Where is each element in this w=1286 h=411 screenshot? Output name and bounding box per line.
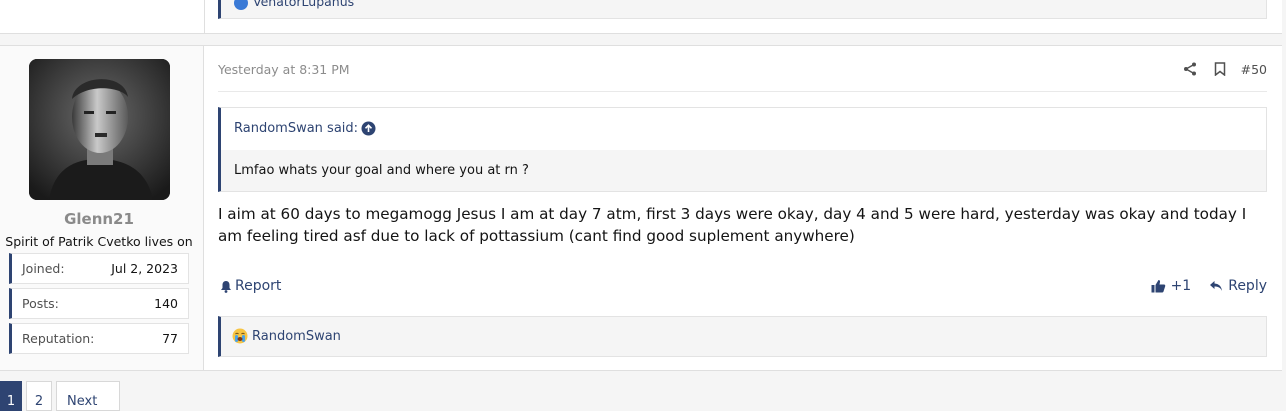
previous-post: VenatorLupanus [0,0,1282,34]
reply-label: Reply [1228,278,1267,294]
like-button[interactable]: +1 [1151,278,1192,294]
thumbs-up-icon [1151,280,1165,293]
quote-header: RandomSwan said: [221,108,1266,150]
quote-block: RandomSwan said: Lmfao whats your goal a… [218,107,1267,192]
pagination: 1 2 Next [0,381,124,411]
reply-button[interactable]: Reply [1209,278,1267,294]
stat-label: Posts: [22,296,59,311]
quote-author[interactable]: RandomSwan said: [234,121,358,136]
reaction-user[interactable]: RandomSwan [252,329,341,344]
bell-icon [221,280,231,293]
next-label: Next [67,394,98,409]
page-2-button[interactable]: 2 [26,381,52,411]
reply-icon [1210,281,1223,291]
stat-value: Jul 2, 2023 [111,261,178,276]
post: Glenn21 Spirit of Patrik Cvetko lives on… [0,45,1282,371]
avatar[interactable] [29,59,170,200]
quote-text: Lmfao whats your goal and where you at r… [234,163,529,178]
bookmark-icon[interactable] [1211,60,1229,78]
previous-reactions-bar [218,0,1267,19]
crying-emoji-icon [232,328,248,344]
post-footer-actions: +1 Reply [1151,278,1267,294]
page-1-button[interactable]: 1 [0,381,22,411]
stat-value: 140 [154,296,178,311]
report-label: Report [235,278,282,294]
report-button[interactable]: Report [220,278,281,294]
user-title: Spirit of Patrik Cvetko lives on [5,234,193,249]
next-page-button[interactable]: Next [56,381,120,411]
arrow-up-circle-icon[interactable] [361,121,376,136]
username[interactable]: Glenn21 [0,210,198,228]
stat-joined: Joined: Jul 2, 2023 [9,253,189,284]
post-message: I aim at 60 days to megamogg Jesus I am … [218,205,1247,245]
previous-reaction-user[interactable]: VenatorLupanus [234,0,354,10]
stat-value: 77 [162,331,178,346]
header-divider [218,91,1267,92]
quote-body: Lmfao whats your goal and where you at r… [221,150,1266,191]
stat-posts: Posts: 140 [9,288,189,319]
stat-label: Reputation: [22,331,95,346]
reaction-emoji-icon [234,0,248,10]
like-count: +1 [1170,278,1192,294]
post-header-actions: #50 [1169,60,1267,78]
user-cell: Glenn21 Spirit of Patrik Cvetko lives on… [0,46,204,370]
post-main: Yesterday at 8:31 PM #50 RandomSwan said… [205,46,1282,370]
post-number[interactable]: #50 [1241,62,1267,77]
stat-reputation: Reputation: 77 [9,323,189,354]
reactions-bar: RandomSwan [218,316,1267,357]
share-icon[interactable] [1181,60,1199,78]
post-timestamp[interactable]: Yesterday at 8:31 PM [218,62,350,77]
stat-label: Joined: [22,261,65,276]
